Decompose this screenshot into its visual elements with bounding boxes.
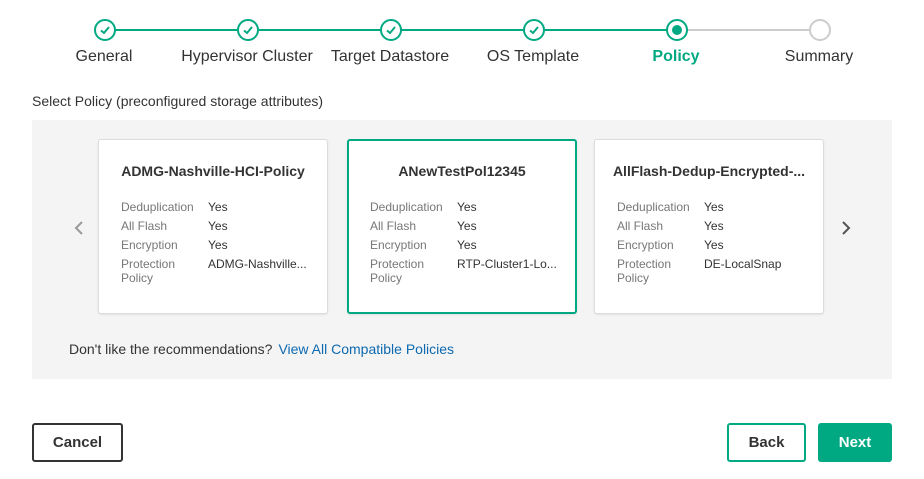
policy-carousel: ADMG-Nashville-HCI-Policy Deduplication Y… [32, 120, 892, 379]
recommendation-label: Don't like the recommendations? [69, 341, 273, 357]
attr-label: Encryption [121, 238, 178, 252]
empty-circle-icon [809, 19, 831, 41]
attr-label: Protection Policy [370, 257, 425, 285]
step-general[interactable]: General [24, 48, 184, 66]
policy-card-selected[interactable]: ANewTestPol12345 Deduplication Yes All Fl… [347, 139, 577, 314]
attr-value: Yes [457, 200, 477, 214]
view-all-policies-link[interactable]: View All Compatible Policies [278, 341, 454, 357]
attr-value: Yes [208, 200, 228, 214]
step-hypervisor-cluster[interactable]: Hypervisor Cluster [167, 48, 327, 66]
policy-card[interactable]: AllFlash-Dedup-Encrypted-... Deduplicati… [594, 139, 824, 314]
back-button[interactable]: Back [727, 423, 806, 462]
check-icon[interactable] [523, 19, 545, 41]
attr-value: ADMG-Nashville... [208, 257, 307, 271]
policy-card-title: AllFlash-Dedup-Encrypted-... [612, 163, 806, 179]
attr-label: All Flash [121, 219, 168, 233]
section-title: Select Policy (preconfigured storage att… [32, 93, 324, 109]
attr-label: Protection Policy [617, 257, 672, 285]
attr-label: Encryption [370, 238, 427, 252]
check-icon[interactable] [237, 19, 259, 41]
step-summary: Summary [784, 48, 854, 65]
wizard-stepper: General Hypervisor Cluster Target Datast… [0, 0, 924, 80]
attr-value: Yes [208, 238, 228, 252]
attr-value: RTP-Cluster1-Lo... [457, 257, 557, 271]
attr-value: Yes [704, 238, 724, 252]
attr-label: Deduplication [121, 200, 194, 214]
attr-label: Deduplication [370, 200, 443, 214]
dot-icon [666, 19, 688, 41]
attr-value: Yes [704, 200, 724, 214]
attr-label: All Flash [370, 219, 417, 233]
policy-card-title: ADMG-Nashville-HCI-Policy [121, 163, 305, 179]
attr-value: Yes [457, 238, 477, 252]
attr-value: Yes [704, 219, 724, 233]
cancel-button[interactable]: Cancel [32, 423, 123, 462]
attr-value: Yes [208, 219, 228, 233]
step-target-datastore[interactable]: Target Datastore [310, 48, 470, 66]
chevron-right-icon[interactable] [836, 218, 856, 238]
step-connector [533, 29, 676, 31]
attr-label: All Flash [617, 219, 664, 233]
step-os-template[interactable]: OS Template [453, 48, 613, 66]
attr-value: Yes [457, 219, 477, 233]
step-connector [390, 29, 533, 31]
policy-card-title: ANewTestPol12345 [398, 163, 526, 179]
attr-label: Encryption [617, 238, 674, 252]
recommendation-text: Don't like the recommendations? View All … [69, 341, 454, 357]
step-connector [104, 29, 247, 31]
step-policy: Policy [652, 48, 700, 65]
chevron-left-icon[interactable] [69, 218, 89, 238]
check-icon[interactable] [94, 19, 116, 41]
next-button[interactable]: Next [818, 423, 892, 462]
check-icon[interactable] [380, 19, 402, 41]
attr-label: Protection Policy [121, 257, 176, 285]
step-connector [676, 29, 819, 31]
step-connector [247, 29, 390, 31]
attr-label: Deduplication [617, 200, 690, 214]
attr-value: DE-LocalSnap [704, 257, 782, 271]
policy-card[interactable]: ADMG-Nashville-HCI-Policy Deduplication Y… [98, 139, 328, 314]
